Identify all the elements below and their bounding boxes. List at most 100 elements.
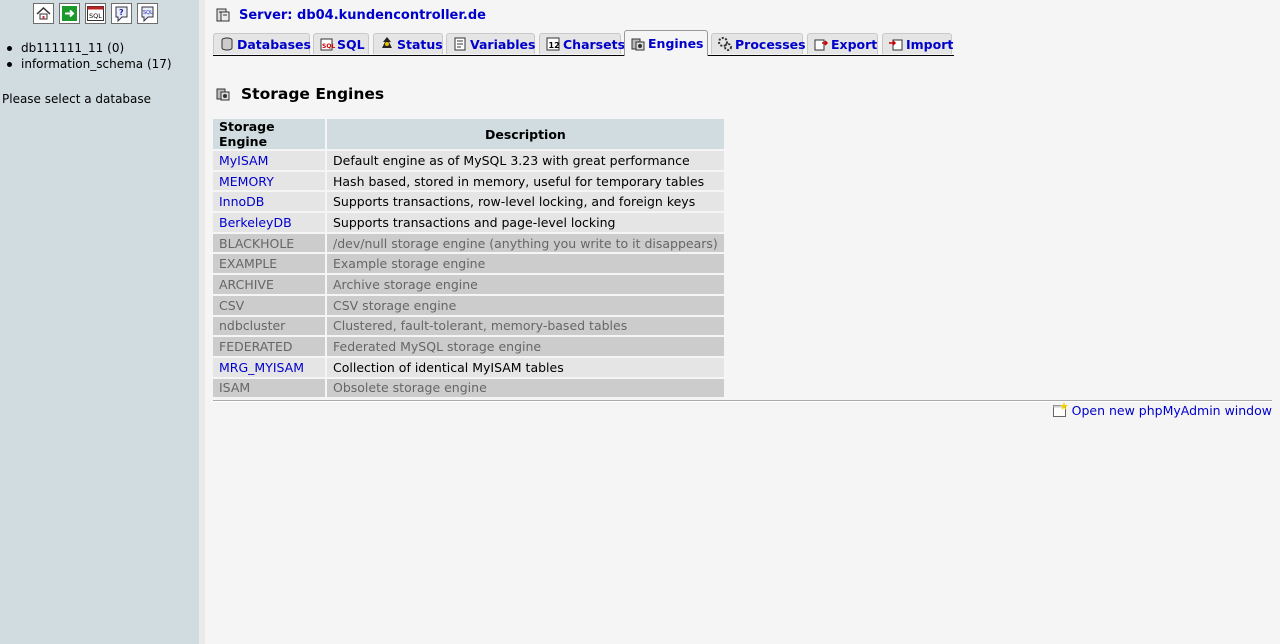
storage-engines-table: Storage Engine Description MyISAM Default… (211, 117, 726, 399)
engine-name[interactable]: BerkeleyDB (213, 213, 325, 232)
engine-description: Archive storage engine (327, 275, 724, 294)
import-icon (888, 36, 904, 52)
open-new-window-link[interactable]: Open new phpMyAdmin window (1072, 403, 1272, 418)
databases-icon (219, 36, 235, 52)
export-icon (813, 36, 829, 52)
engine-name: CSV (213, 295, 325, 315)
table-header-row: Storage Engine Description (213, 119, 724, 149)
new-window-icon (1052, 402, 1068, 418)
engine-name: ARCHIVE (213, 275, 325, 294)
table-row: BLACKHOLE/dev/null storage engine (anyth… (213, 233, 724, 253)
tab-label: Databases (237, 36, 311, 52)
tab-databases[interactable]: Databases (213, 33, 311, 54)
exit-icon[interactable] (59, 3, 80, 24)
engine-description: CSV storage engine (327, 295, 724, 315)
processes-icon (717, 36, 733, 52)
tab-import[interactable]: Import (882, 33, 954, 54)
engine-name: BLACKHOLE (213, 233, 325, 253)
database-name[interactable]: information_schema (21, 56, 143, 72)
database-list-item[interactable]: information_schema (17) (7, 56, 172, 72)
database-list-item[interactable]: db111111_11 (0) (7, 40, 172, 56)
tab-label: Processes (735, 36, 806, 52)
engine-description: Hash based, stored in memory, useful for… (327, 171, 724, 191)
table-row: MRG_MYISAM Collection of identical MyISAM… (213, 357, 724, 377)
svg-text:SQL: SQL (143, 10, 153, 16)
engine-description: Clustered, fault-tolerant, memory-based … (327, 316, 724, 336)
svg-text:SQL: SQL (89, 12, 102, 20)
bullet (7, 61, 12, 67)
engine-description: Supports transactions and page-level loc… (327, 213, 724, 232)
tab-label: Import (906, 36, 954, 52)
engine-name[interactable]: MEMORY (213, 171, 325, 191)
tab-charsets[interactable]: 12 Charsets (539, 33, 625, 54)
tab-label: Export (831, 36, 878, 52)
server-breadcrumb: Server: db04.kundencontroller.de (215, 7, 486, 23)
svg-text:12: 12 (549, 41, 560, 50)
tab-label: SQL (337, 36, 365, 52)
engine-description: Example storage engine (327, 254, 724, 274)
tab-label: Variables (470, 36, 536, 52)
tab-status[interactable]: Status (373, 33, 443, 54)
navigation-frame: SQL ? SQL db111111_11 (0) information_sc… (0, 0, 199, 644)
engine-description: /dev/null storage engine (anything you w… (327, 233, 724, 253)
engine-name[interactable]: MyISAM (213, 151, 325, 170)
tab-label: Status (397, 36, 443, 52)
engine-description: Supports transactions, row-level locking… (327, 192, 724, 212)
column-header-engine: Storage Engine (213, 119, 325, 149)
status-icon (379, 36, 395, 52)
table-row: BerkeleyDB Supports transactions and page… (213, 213, 724, 232)
table-row: ISAM Obsolete storage engine (213, 378, 724, 398)
documentation-icon[interactable]: ? (111, 3, 132, 24)
table-count: (17) (146, 57, 172, 71)
table-row: EXAMPLE Example storage engine (213, 254, 724, 274)
table-row: MyISAM Default engine as of MySQL 3.23 wi… (213, 151, 724, 170)
table-row: CSV CSV storage engine (213, 295, 724, 315)
select-database-prompt: Please select a database (2, 92, 152, 106)
table-row: ndbcluster Clustered, fault-tolerant, mem… (213, 316, 724, 336)
charsets-icon: 12 (545, 36, 561, 52)
engine-description: Collection of identical MyISAM tables (327, 357, 724, 377)
table-row: FEDERATED Federated MySQL storage engine (213, 337, 724, 356)
engines-icon (215, 86, 231, 102)
table-count: (0) (107, 41, 125, 55)
tab-export[interactable]: Export (807, 33, 878, 54)
variables-icon (452, 36, 468, 52)
svg-text:?: ? (119, 8, 124, 17)
navigation-icon-bar: SQL ? SQL (33, 3, 158, 24)
tab-label: Charsets (563, 36, 626, 52)
table-row: InnoDB Supports transactions, row-level l… (213, 192, 724, 212)
engine-name: FEDERATED (213, 337, 325, 356)
database-name[interactable]: db111111_11 (21, 40, 103, 56)
engine-name: EXAMPLE (213, 254, 325, 274)
server-link[interactable]: Server: db04.kundencontroller.de (239, 8, 486, 23)
home-icon[interactable] (33, 3, 54, 24)
table-row: ARCHIVE Archive storage engine (213, 275, 724, 294)
tab-variables[interactable]: Variables (446, 33, 535, 54)
column-header-description: Description (327, 119, 724, 149)
table-row: MEMORY Hash based, stored in memory, usef… (213, 171, 724, 191)
tab-label: Engines (648, 36, 704, 51)
svg-text:SQL: SQL (322, 43, 335, 50)
engine-description: Obsolete storage engine (327, 378, 724, 398)
engine-name[interactable]: InnoDB (213, 192, 325, 212)
bullet (7, 45, 12, 51)
page-title-text: Storage Engines (241, 85, 385, 103)
tab-engines[interactable]: Engines (624, 30, 708, 56)
engine-name[interactable]: MRG_MYISAM (213, 357, 325, 377)
sql-documentation-icon[interactable]: SQL (137, 3, 158, 24)
server-icon (215, 7, 231, 23)
open-new-window[interactable]: Open new phpMyAdmin window (1052, 402, 1272, 418)
engine-description: Federated MySQL storage engine (327, 337, 724, 356)
engine-name: ndbcluster (213, 316, 325, 336)
tab-bar: Databases SQL SQL Status Variables 12 Ch… (213, 30, 954, 56)
sql-icon: SQL (319, 36, 335, 52)
tab-processes[interactable]: Processes (711, 33, 806, 54)
main-frame: Server: db04.kundencontroller.de Databas… (205, 0, 1280, 644)
database-list: db111111_11 (0) information_schema (17) (7, 40, 172, 72)
sql-query-icon[interactable]: SQL (85, 3, 106, 24)
engines-icon (630, 36, 646, 52)
engine-name: ISAM (213, 378, 325, 398)
engine-description: Default engine as of MySQL 3.23 with gre… (327, 151, 724, 170)
page-title: Storage Engines (215, 85, 384, 103)
tab-sql[interactable]: SQL SQL (313, 33, 369, 54)
